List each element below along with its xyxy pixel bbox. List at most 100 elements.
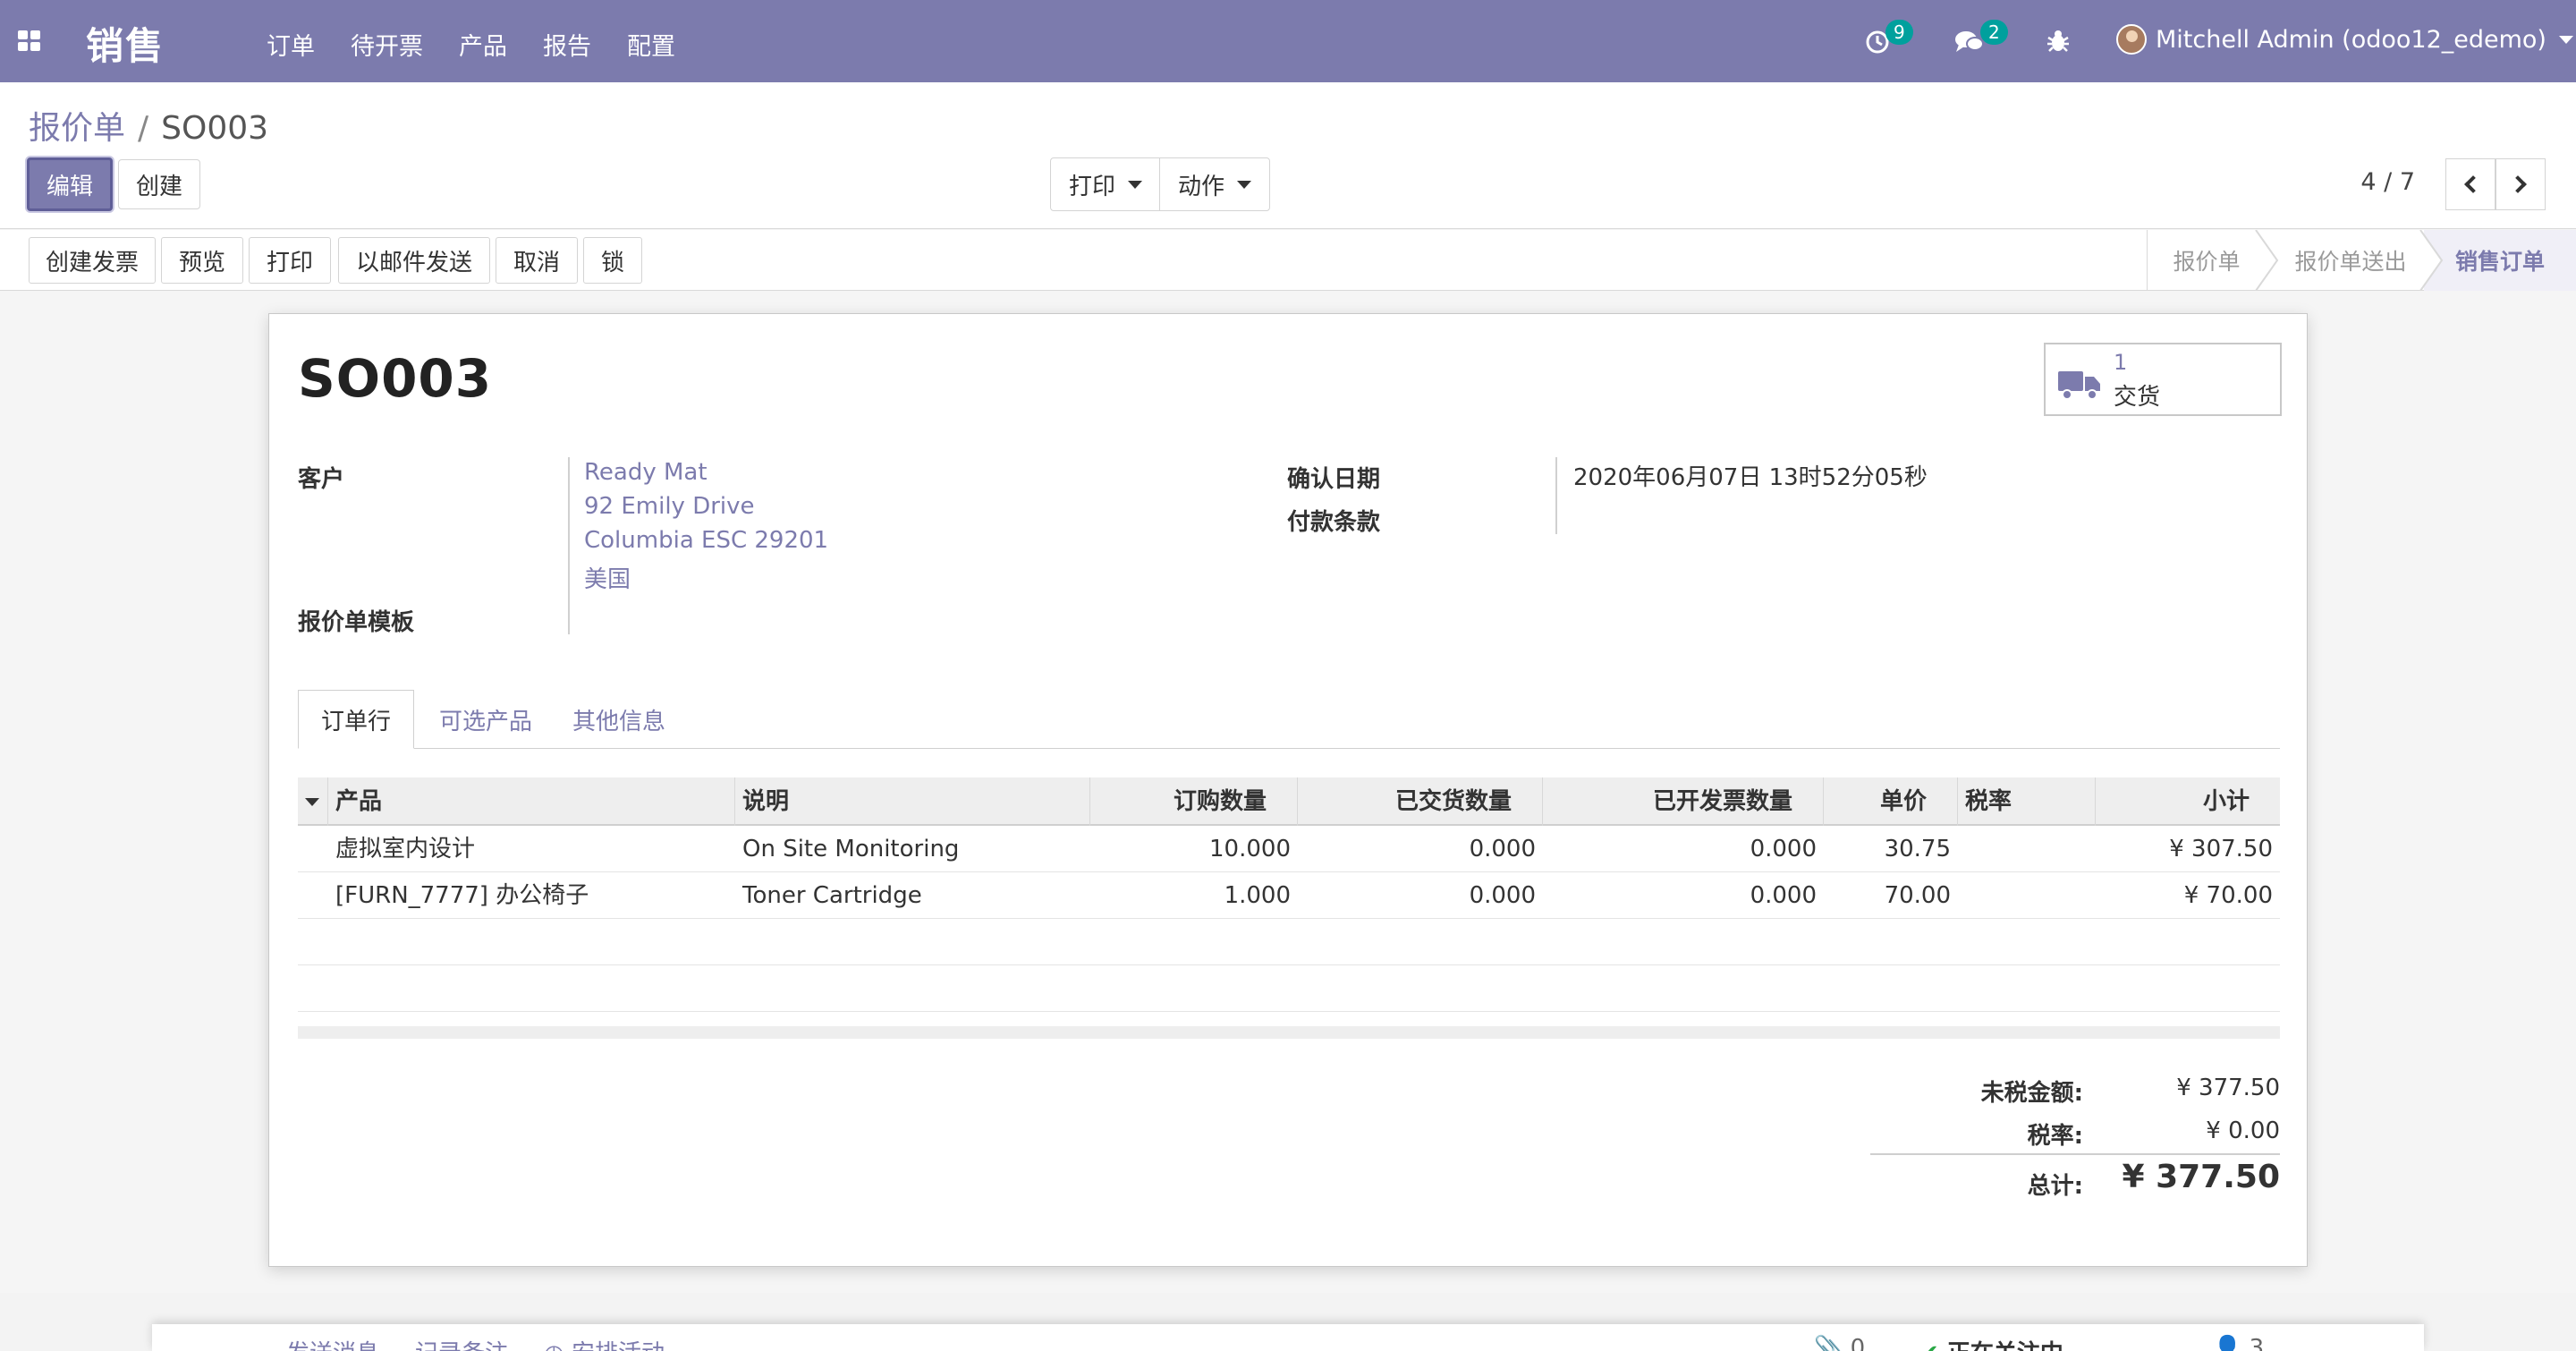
empty-table-row xyxy=(298,965,2280,1012)
check-icon: ✔ xyxy=(1919,1340,1939,1351)
form-statusbar: 创建发票 预览 打印 以邮件发送 取消 锁 报价单 报价单送出 销售订单 xyxy=(0,230,2576,291)
table-row[interactable]: 虚拟室内设计 On Site Monitoring 10.000 0.000 0… xyxy=(298,826,2280,872)
tab-optional-products[interactable]: 可选产品 xyxy=(423,690,548,749)
create-button[interactable]: 创建 xyxy=(118,159,200,209)
column-handle[interactable] xyxy=(298,777,328,826)
tab-order-lines[interactable]: 订单行 xyxy=(298,690,414,749)
column-header-invoiced-qty[interactable]: 已开发票数量 xyxy=(1543,777,1824,826)
caret-down-icon xyxy=(305,798,319,806)
payment-terms-label: 付款条款 xyxy=(1287,509,1381,536)
menu-item-orders[interactable]: 订单 xyxy=(267,27,315,62)
pager-previous-button[interactable] xyxy=(2445,158,2496,210)
edit-button[interactable]: 编辑 xyxy=(27,157,113,211)
field-divider xyxy=(1555,457,1557,534)
row-unit-price: 70.00 xyxy=(1884,882,1951,909)
row-product: 虚拟室内设计 xyxy=(335,836,476,862)
schedule-activity-button[interactable]: ◷ 安排活动 xyxy=(544,1335,665,1351)
print-dropdown-label: 打印 xyxy=(1068,173,1115,200)
confirmation-date-label: 确认日期 xyxy=(1287,466,1381,493)
column-header-delivered-qty[interactable]: 已交货数量 xyxy=(1298,777,1543,826)
action-dropdown-label: 动作 xyxy=(1177,173,1224,200)
followers-button[interactable]: 👤 3 xyxy=(2213,1335,2264,1351)
cancel-button[interactable]: 取消 xyxy=(496,237,578,284)
column-header-product[interactable]: 产品 xyxy=(328,777,735,826)
column-header-unit-price[interactable]: 单价 xyxy=(1824,777,1958,826)
row-description: Toner Cartridge xyxy=(742,882,922,909)
field-divider xyxy=(568,457,570,634)
menu-item-configuration[interactable]: 配置 xyxy=(627,27,675,62)
menu-item-to-invoice[interactable]: 待开票 xyxy=(351,27,423,62)
column-header-ordered-qty[interactable]: 订购数量 xyxy=(1090,777,1298,826)
column-header-taxes[interactable]: 税率 xyxy=(1958,777,2096,826)
messaging-menu[interactable]: 2 xyxy=(1953,20,2008,61)
chat-bubbles-icon xyxy=(1955,31,1984,52)
send-by-email-button[interactable]: 以邮件发送 xyxy=(338,237,490,284)
row-subtotal: ¥ 70.00 xyxy=(2183,882,2273,909)
activity-menu[interactable]: 9 xyxy=(1864,20,1918,61)
print-button[interactable]: 打印 xyxy=(249,237,331,284)
delivery-label: 交货 xyxy=(2114,384,2161,411)
menu-item-reporting[interactable]: 报告 xyxy=(543,27,591,62)
form-sheet: SO003 1 交货 客户 Ready Mat 92 Emily Drive C… xyxy=(268,313,2308,1267)
top-menu: 订单 待开票 产品 报告 配置 xyxy=(267,27,711,62)
total-amount-label: 总计: xyxy=(2027,1173,2083,1200)
main-navbar: 销售 订单 待开票 产品 报告 配置 9 2 Mitchell Admin (o… xyxy=(0,0,2576,82)
user-avatar xyxy=(2116,24,2147,55)
row-taxes xyxy=(1958,872,2096,919)
chatter-topbar: 发送消息 记录备注 ◷ 安排活动 📎 0 ✔ 正在关注中 👤 3 xyxy=(152,1324,2424,1351)
chevron-right-icon xyxy=(2509,175,2527,193)
chevron-left-icon xyxy=(2464,175,2482,193)
chevron-down-icon xyxy=(2558,35,2573,44)
create-invoice-button[interactable]: 创建发票 xyxy=(29,237,156,284)
follow-button[interactable]: ✔ 正在关注中 xyxy=(1919,1335,2063,1351)
pager-value[interactable]: 4 / 7 xyxy=(2360,168,2415,196)
app-name: 销售 xyxy=(86,24,165,68)
customer-city: Columbia ESC 29201 xyxy=(584,527,829,554)
order-name: SO003 xyxy=(298,348,493,409)
row-delivered-qty: 0.000 xyxy=(1469,882,1536,909)
customer-country: 美国 xyxy=(584,566,631,593)
breadcrumb-separator: / xyxy=(138,110,149,147)
quotation-template-label: 报价单模板 xyxy=(298,609,415,636)
confirmation-date-value: 2020年06月07日 13时52分05秒 xyxy=(1573,464,1928,491)
stage-quotation[interactable]: 报价单 xyxy=(2148,230,2265,291)
log-note-button[interactable]: 记录备注 xyxy=(415,1335,508,1351)
pager-next-button[interactable] xyxy=(2496,158,2546,210)
stage-quotation-sent[interactable]: 报价单送出 xyxy=(2277,230,2424,291)
column-header-subtotal[interactable]: 小计 xyxy=(2096,777,2280,826)
stage-arrow-separator xyxy=(2255,230,2279,291)
tab-other-info[interactable]: 其他信息 xyxy=(557,690,681,749)
action-dropdown[interactable]: 动作 xyxy=(1159,157,1270,211)
user-menu[interactable]: Mitchell Admin (odoo12_edemo) xyxy=(2116,24,2573,55)
customer-label: 客户 xyxy=(298,466,345,493)
customer-name[interactable]: Ready Mat xyxy=(584,459,708,486)
attachment-count: 0 xyxy=(1850,1335,1866,1351)
lock-button[interactable]: 锁 xyxy=(583,237,642,284)
send-message-button[interactable]: 发送消息 xyxy=(286,1335,379,1351)
preview-button[interactable]: 预览 xyxy=(161,237,243,284)
apps-menu-icon[interactable] xyxy=(18,30,41,52)
followers-count: 3 xyxy=(2249,1335,2265,1351)
row-invoiced-qty: 0.000 xyxy=(1750,882,1817,909)
row-delivered-qty: 0.000 xyxy=(1469,836,1536,862)
row-taxes xyxy=(1958,826,2096,872)
table-row[interactable]: [FURN_7777] 办公椅子 Toner Cartridge 1.000 0… xyxy=(298,872,2280,919)
column-header-description[interactable]: 说明 xyxy=(735,777,1090,826)
attachments-button[interactable]: 📎 0 xyxy=(1814,1335,1865,1351)
customer-street: 92 Emily Drive xyxy=(584,493,755,520)
total-amount-value: ¥ 377.50 xyxy=(2122,1159,2280,1195)
activity-count-badge: 9 xyxy=(1885,20,1913,45)
breadcrumb: 报价单 / SO003 xyxy=(29,102,268,149)
tax-amount-label: 税率: xyxy=(2027,1123,2083,1150)
menu-item-products[interactable]: 产品 xyxy=(459,27,507,62)
row-invoiced-qty: 0.000 xyxy=(1750,836,1817,862)
breadcrumb-parent[interactable]: 报价单 xyxy=(29,110,125,147)
following-label: 正在关注中 xyxy=(1947,1340,2063,1351)
customer-field[interactable]: Ready Mat 92 Emily Drive Columbia ESC 29… xyxy=(584,459,942,602)
bug-icon[interactable] xyxy=(2046,29,2070,54)
table-footer xyxy=(298,1026,2280,1039)
tax-amount-value: ¥ 0.00 xyxy=(2206,1117,2280,1144)
delivery-smart-button[interactable]: 1 交货 xyxy=(2044,343,2282,416)
print-dropdown[interactable]: 打印 xyxy=(1050,157,1161,211)
untaxed-amount-value: ¥ 377.50 xyxy=(2176,1075,2280,1101)
